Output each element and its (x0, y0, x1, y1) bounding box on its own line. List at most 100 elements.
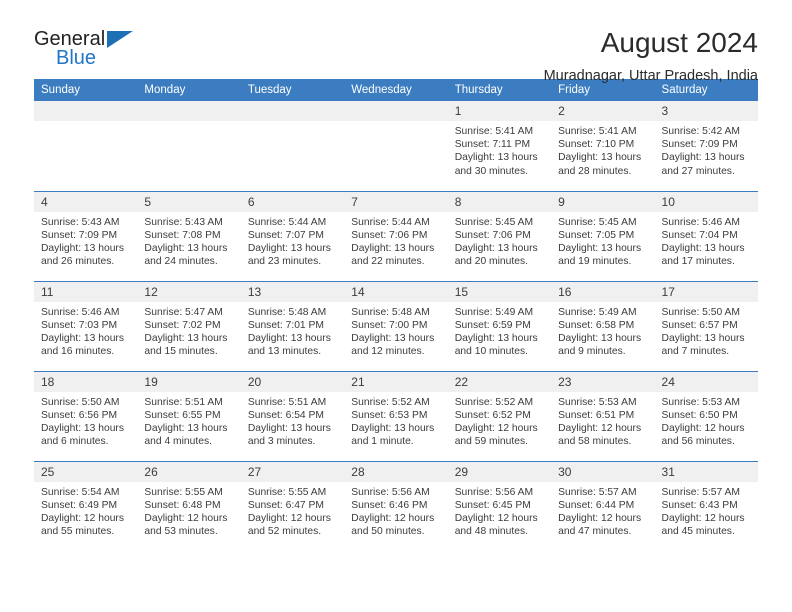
daylight-text: Daylight: 13 hours and 28 minutes. (558, 152, 642, 177)
calendar-day-cell[interactable]: 28 Sunrise: 5:56 AM Sunset: 6:46 PM Dayligh… (344, 460, 448, 551)
brand-logo[interactable]: General Blue (34, 26, 154, 74)
sunset-text: Sunset: 6:59 PM (454, 319, 531, 331)
sunset-text: Sunset: 7:04 PM (661, 229, 738, 241)
day-cell-inner: 3 Sunrise: 5:42 AM Sunset: 7:09 PM Daylight… (654, 101, 758, 191)
calendar-day-cell[interactable]: 8 Sunrise: 5:45 AM Sunset: 7:06 PM Daylight… (447, 190, 552, 281)
sunrise-text: Sunrise: 5:55 AM (144, 486, 223, 498)
day-details: Sunrise: 5:57 AM Sunset: 6:43 PM Daylight:… (655, 482, 758, 539)
calendar-day-cell[interactable]: 11 Sunrise: 5:46 AM Sunset: 7:03 PM Dayligh… (34, 280, 138, 371)
day-number (344, 101, 448, 121)
calendar-day-cell[interactable]: 2 Sunrise: 5:41 AM Sunset: 7:10 PM Daylight… (551, 101, 655, 191)
day-cell-inner: 16 Sunrise: 5:49 AM Sunset: 6:58 PM Dayligh… (551, 281, 655, 371)
calendar-week-row: 4 Sunrise: 5:43 AM Sunset: 7:09 PM Daylight… (34, 190, 758, 281)
daylight-text: Daylight: 12 hours and 50 minutes. (351, 512, 435, 538)
calendar-day-cell[interactable]: 25 Sunrise: 5:54 AM Sunset: 6:49 PM Dayligh… (34, 460, 138, 551)
calendar-day-cell[interactable]: 14 Sunrise: 5:48 AM Sunset: 7:00 PM Dayligh… (344, 280, 448, 371)
calendar-day-cell[interactable]: 24 Sunrise: 5:53 AM Sunset: 6:50 PM Dayligh… (654, 370, 758, 461)
sunset-text: Sunset: 6:51 PM (558, 409, 635, 421)
sunset-text: Sunset: 6:52 PM (454, 409, 531, 421)
day-cell-inner: 15 Sunrise: 5:49 AM Sunset: 6:59 PM Dayligh… (447, 281, 552, 371)
day-details: Sunrise: 5:49 AM Sunset: 6:59 PM Daylight:… (448, 302, 551, 359)
daylight-text: Daylight: 13 hours and 9 minutes. (558, 332, 642, 358)
day-number: 14 (344, 281, 448, 302)
calendar-day-cell[interactable]: 9 Sunrise: 5:45 AM Sunset: 7:05 PM Daylight… (551, 190, 655, 281)
calendar-day-cell[interactable]: 31 Sunrise: 5:57 AM Sunset: 6:43 PM Dayligh… (654, 460, 758, 551)
daylight-text: Daylight: 13 hours and 23 minutes. (247, 242, 331, 268)
day-cell-inner (34, 101, 138, 191)
sunrise-text: Sunrise: 5:50 AM (661, 306, 740, 318)
day-number: 27 (240, 461, 345, 482)
calendar-day-cell[interactable]: 26 Sunrise: 5:55 AM Sunset: 6:48 PM Dayligh… (137, 460, 241, 551)
calendar-day-cell[interactable]: 27 Sunrise: 5:55 AM Sunset: 6:47 PM Dayligh… (240, 460, 345, 551)
day-number: 11 (34, 281, 138, 302)
calendar-day-cell[interactable]: 15 Sunrise: 5:49 AM Sunset: 6:59 PM Dayligh… (447, 280, 552, 371)
day-details: Sunrise: 5:49 AM Sunset: 6:58 PM Daylight:… (551, 302, 654, 359)
calendar-day-cell[interactable]: 5 Sunrise: 5:43 AM Sunset: 7:08 PM Daylight… (137, 190, 241, 281)
daylight-text: Daylight: 13 hours and 17 minutes. (661, 242, 745, 268)
day-details: Sunrise: 5:47 AM Sunset: 7:02 PM Daylight:… (137, 302, 240, 359)
calendar-day-cell[interactable]: 12 Sunrise: 5:47 AM Sunset: 7:02 PM Dayligh… (137, 280, 241, 371)
calendar-week-row: 18 Sunrise: 5:50 AM Sunset: 6:56 PM Dayligh… (34, 370, 758, 461)
sunrise-text: Sunrise: 5:57 AM (558, 486, 637, 498)
sunrise-text: Sunrise: 5:44 AM (351, 216, 430, 228)
sunrise-text: Sunrise: 5:49 AM (558, 306, 637, 318)
day-number: 16 (551, 281, 655, 302)
day-details: Sunrise: 5:41 AM Sunset: 7:11 PM Daylight:… (448, 121, 551, 178)
calendar-day-cell[interactable]: 30 Sunrise: 5:57 AM Sunset: 6:44 PM Dayligh… (551, 460, 655, 552)
day-cell-inner (344, 101, 448, 191)
calendar-day-cell[interactable]: 13 Sunrise: 5:48 AM Sunset: 7:01 PM Dayligh… (240, 280, 345, 371)
calendar-day-cell[interactable]: 6 Sunrise: 5:44 AM Sunset: 7:07 PM Daylight… (240, 190, 345, 281)
calendar-day-cell[interactable]: 10 Sunrise: 5:46 AM Sunset: 7:04 PM Dayligh… (654, 190, 758, 281)
calendar-day-cell[interactable]: 16 Sunrise: 5:49 AM Sunset: 6:58 PM Dayligh… (551, 280, 655, 371)
day-cell-inner: 5 Sunrise: 5:43 AM Sunset: 7:08 PM Daylight… (137, 191, 241, 281)
sunrise-text: Sunrise: 5:52 AM (454, 396, 534, 408)
sunset-text: Sunset: 6:43 PM (661, 499, 738, 511)
sunrise-text: Sunrise: 5:51 AM (247, 396, 327, 408)
day-details: Sunrise: 5:51 AM Sunset: 6:54 PM Daylight:… (241, 392, 344, 449)
day-cell-inner (240, 101, 345, 191)
calendar-week-row: 25 Sunrise: 5:54 AM Sunset: 6:49 PM Dayligh… (34, 460, 758, 552)
sunrise-text: Sunrise: 5:50 AM (41, 396, 120, 408)
day-cell-inner: 24 Sunrise: 5:53 AM Sunset: 6:50 PM Dayligh… (654, 371, 758, 461)
sunrise-text: Sunrise: 5:57 AM (661, 486, 740, 498)
day-cell-inner: 1 Sunrise: 5:41 AM Sunset: 7:11 PM Daylight… (447, 101, 552, 191)
sunset-text: Sunset: 6:56 PM (41, 409, 118, 421)
sunset-text: Sunset: 7:05 PM (558, 229, 635, 241)
day-cell-inner: 18 Sunrise: 5:50 AM Sunset: 6:56 PM Dayligh… (34, 371, 138, 461)
calendar-day-cell[interactable]: 21 Sunrise: 5:52 AM Sunset: 6:53 PM Dayligh… (344, 370, 448, 461)
day-number (137, 101, 241, 121)
weekday-header-tuesday: Tuesday (240, 79, 345, 101)
calendar-day-cell[interactable]: 23 Sunrise: 5:53 AM Sunset: 6:51 PM Dayligh… (551, 370, 655, 461)
daylight-text: Daylight: 13 hours and 6 minutes. (41, 422, 124, 448)
day-number: 26 (137, 461, 241, 482)
calendar-day-cell[interactable]: 4 Sunrise: 5:43 AM Sunset: 7:09 PM Daylight… (34, 190, 138, 281)
daylight-text: Daylight: 12 hours and 47 minutes. (558, 512, 642, 538)
day-number: 17 (654, 281, 758, 302)
calendar-day-cell[interactable]: 22 Sunrise: 5:52 AM Sunset: 6:52 PM Dayligh… (447, 370, 552, 461)
day-details: Sunrise: 5:46 AM Sunset: 7:03 PM Daylight:… (34, 302, 137, 359)
day-number: 10 (654, 191, 758, 212)
calendar-day-cell[interactable]: 17 Sunrise: 5:50 AM Sunset: 6:57 PM Dayligh… (654, 280, 758, 371)
brand-name-general: General (34, 28, 106, 50)
day-details: Sunrise: 5:44 AM Sunset: 7:07 PM Daylight:… (241, 212, 344, 269)
calendar-day-cell[interactable]: 19 Sunrise: 5:51 AM Sunset: 6:55 PM Dayligh… (137, 370, 241, 461)
calendar-day-cell[interactable]: 20 Sunrise: 5:51 AM Sunset: 6:54 PM Dayligh… (240, 370, 345, 461)
sunset-text: Sunset: 7:11 PM (454, 139, 531, 151)
day-cell-inner: 30 Sunrise: 5:57 AM Sunset: 6:44 PM Dayligh… (551, 461, 655, 552)
daylight-text: Daylight: 13 hours and 16 minutes. (41, 332, 124, 358)
calendar-day-cell[interactable]: 1 Sunrise: 5:41 AM Sunset: 7:11 PM Daylight… (447, 101, 552, 191)
sunset-text: Sunset: 6:45 PM (454, 499, 531, 511)
triangle-flag-icon (107, 31, 133, 48)
daylight-text: Daylight: 12 hours and 52 minutes. (247, 512, 331, 538)
day-number (34, 101, 138, 121)
weekday-header-wednesday: Wednesday (344, 79, 448, 101)
daylight-text: Daylight: 12 hours and 48 minutes. (454, 512, 538, 538)
calendar-day-cell[interactable]: 3 Sunrise: 5:42 AM Sunset: 7:09 PM Daylight… (654, 101, 758, 191)
sunrise-text: Sunrise: 5:53 AM (661, 396, 740, 408)
calendar-day-cell[interactable]: 29 Sunrise: 5:56 AM Sunset: 6:45 PM Dayligh… (447, 460, 552, 551)
calendar-day-cell[interactable]: 7 Sunrise: 5:44 AM Sunset: 7:06 PM Daylight… (344, 190, 448, 281)
sunrise-text: Sunrise: 5:48 AM (247, 306, 327, 318)
calendar-day-cell[interactable]: 18 Sunrise: 5:50 AM Sunset: 6:56 PM Dayligh… (34, 370, 138, 461)
brand-name-blue: Blue (56, 47, 97, 69)
day-cell-inner: 7 Sunrise: 5:44 AM Sunset: 7:06 PM Daylight… (344, 191, 448, 281)
